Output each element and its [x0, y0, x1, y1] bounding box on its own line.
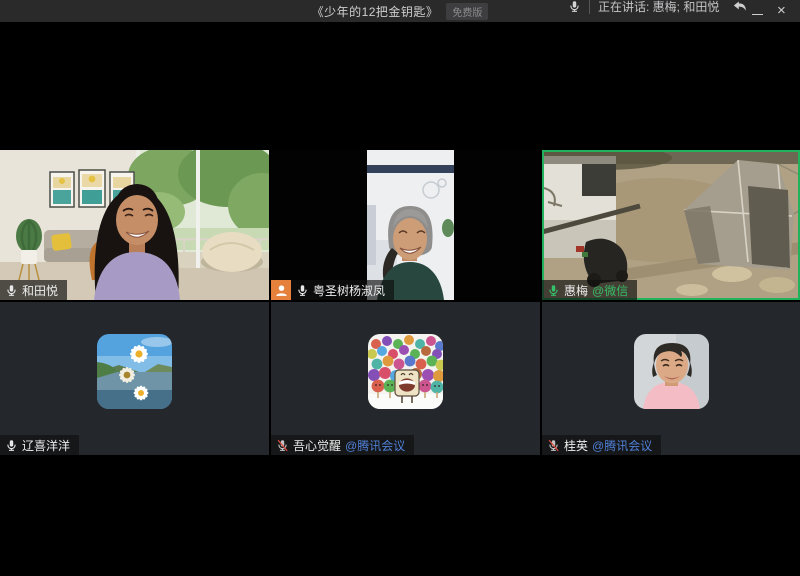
- mic-active-icon: [547, 284, 560, 297]
- name-tag: 粤圣树杨淑凤: [291, 280, 394, 300]
- free-version-badge: 免费版: [446, 3, 488, 20]
- video-feed-living-room: [0, 150, 269, 300]
- mic-icon: [296, 284, 309, 297]
- participant-platform: @微信: [592, 282, 628, 299]
- participant-grid: 和田悦: [0, 150, 800, 455]
- participant-name: 辽喜洋洋: [22, 437, 70, 454]
- video-tile-hetianyue[interactable]: 和田悦: [0, 150, 269, 300]
- name-tag: 桂英@腾讯会议: [542, 435, 661, 455]
- video-feed-campsite: [542, 150, 800, 300]
- mic-muted-icon: [547, 439, 560, 452]
- minimize-button[interactable]: [752, 14, 763, 15]
- participant-platform: @腾讯会议: [592, 437, 652, 454]
- video-tile-huimei[interactable]: 惠梅@微信: [542, 150, 800, 300]
- participant-name: 桂英: [564, 437, 588, 454]
- avatar-cartoon-crowd: [368, 334, 443, 409]
- participant-name: 吾心觉醒: [293, 437, 341, 454]
- window-titlebar: 《少年的12把金钥匙》 免费版 正在讲话: 惠梅; 和田悦 ×: [0, 0, 800, 22]
- participant-name: 粤圣树杨淑凤: [313, 282, 385, 299]
- mic-icon: [5, 439, 18, 452]
- video-tile-yangshufeng[interactable]: 粤圣树杨淑凤: [271, 150, 540, 300]
- avatar-tile-guiying[interactable]: 桂英@腾讯会议: [542, 302, 800, 455]
- participant-name: 惠梅: [564, 282, 588, 299]
- status-divider: [589, 0, 590, 14]
- person-icon: [274, 283, 289, 298]
- avatar-tile-liaoxiyangyang[interactable]: 辽喜洋洋: [0, 302, 269, 455]
- video-feed-portrait: [271, 150, 540, 300]
- name-tag: 惠梅@微信: [542, 280, 637, 300]
- name-tag: 和田悦: [0, 280, 67, 300]
- name-tag: 辽喜洋洋: [0, 435, 79, 455]
- speaking-status-text: 正在讲话: 惠梅; 和田悦: [598, 0, 719, 15]
- mic-muted-icon: [276, 439, 289, 452]
- participant-name: 和田悦: [22, 282, 58, 299]
- member-badge: [271, 280, 291, 300]
- voice-indicator-icon: [568, 0, 581, 13]
- mic-icon: [5, 284, 18, 297]
- share-arrow-icon[interactable]: [731, 0, 748, 15]
- avatar-photo: [634, 334, 709, 409]
- speaking-status-bar: 正在讲话: 惠梅; 和田悦: [568, 0, 748, 18]
- close-button[interactable]: ×: [777, 1, 786, 21]
- avatar-tile-wuxinjuexing[interactable]: 吾心觉醒@腾讯会议: [271, 302, 540, 455]
- name-tag: 吾心觉醒@腾讯会议: [271, 435, 414, 455]
- meeting-title: 《少年的12把金钥匙》: [312, 3, 439, 20]
- participant-platform: @腾讯会议: [345, 437, 405, 454]
- avatar-daisies: [97, 334, 172, 409]
